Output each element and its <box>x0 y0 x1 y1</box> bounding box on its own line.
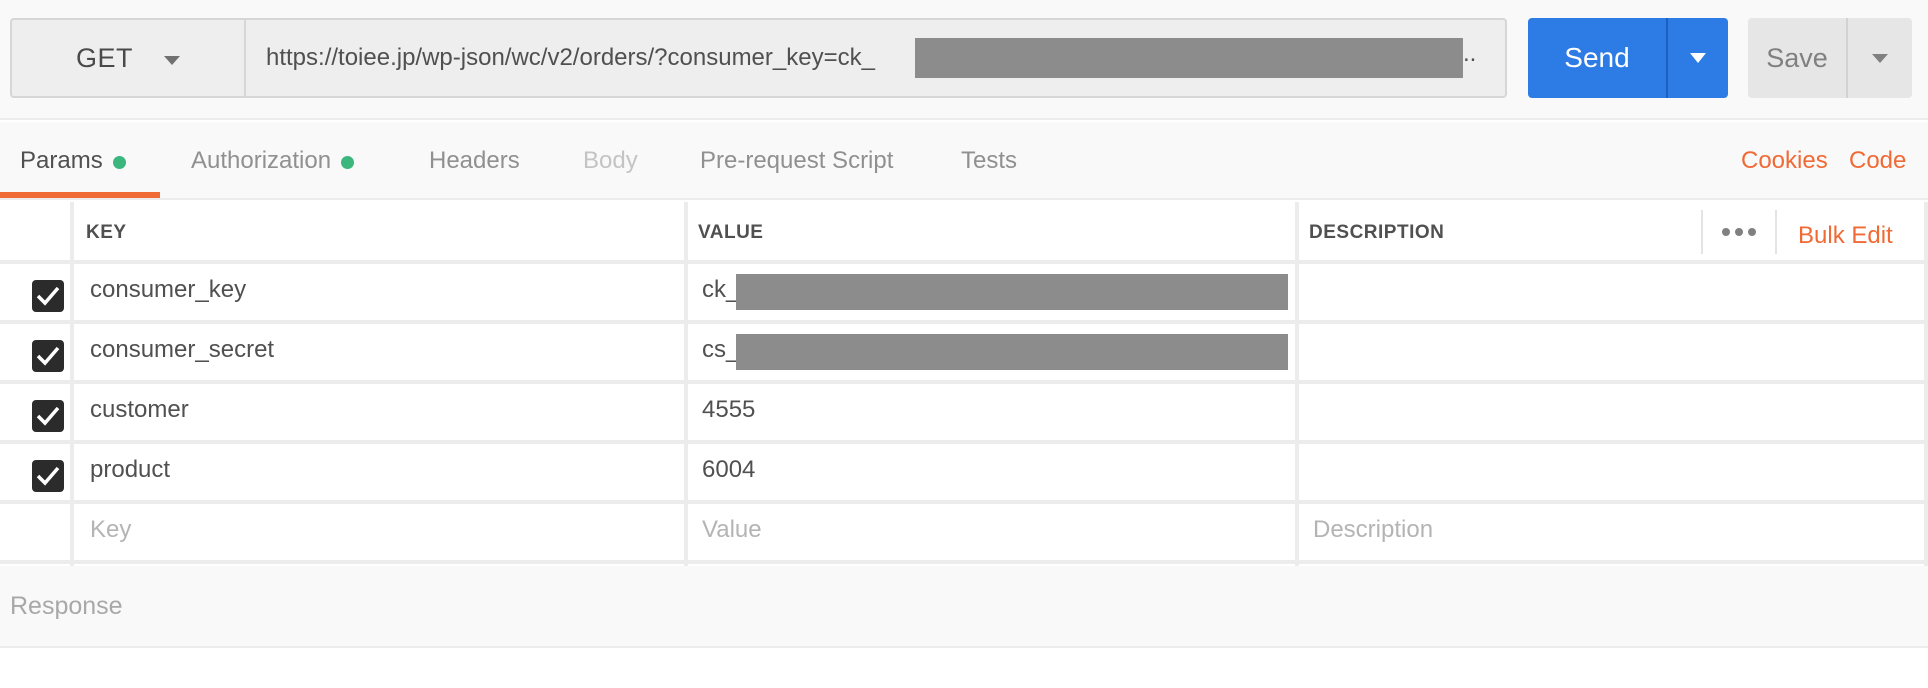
column-divider <box>70 202 74 566</box>
checkmark-icon <box>36 346 60 366</box>
header-separator <box>1701 210 1703 254</box>
row-divider <box>0 380 1928 384</box>
request-tabs: Params Authorization Headers Body Pre-re… <box>0 122 1928 200</box>
header-key: KEY <box>86 222 127 243</box>
key-input-placeholder[interactable]: Key <box>90 516 131 544</box>
code-link[interactable]: Code <box>1849 122 1906 200</box>
tab-label: Authorization <box>191 147 332 174</box>
chevron-down-icon <box>1690 53 1706 63</box>
row-checkbox[interactable] <box>32 460 64 492</box>
tab-label: Tests <box>961 147 1018 174</box>
param-value[interactable]: 4555 <box>702 396 755 424</box>
column-divider <box>1295 202 1299 566</box>
checkmark-icon <box>36 286 60 306</box>
status-dot <box>341 155 355 169</box>
tab-authorization[interactable]: Authorization <box>191 122 355 200</box>
value-redaction <box>736 274 1288 310</box>
header-value: VALUE <box>698 222 764 243</box>
bulk-edit-link[interactable]: Bulk Edit <box>1798 222 1893 250</box>
row-divider <box>0 560 1928 564</box>
column-divider <box>1924 202 1928 566</box>
row-divider <box>0 440 1928 444</box>
tab-label: Pre-request Script <box>700 147 894 174</box>
tab-headers[interactable]: Headers <box>429 122 520 200</box>
send-button[interactable]: Send <box>1528 18 1666 98</box>
method-select[interactable]: GET <box>10 18 244 98</box>
send-options-button[interactable] <box>1668 18 1728 98</box>
send-button-group: Send <box>1528 18 1728 98</box>
response-body <box>0 650 1928 688</box>
save-button[interactable]: Save <box>1748 18 1846 98</box>
param-value[interactable]: ck_ <box>702 276 739 304</box>
row-checkbox[interactable] <box>32 400 64 432</box>
checkmark-icon <box>36 406 60 426</box>
param-key[interactable]: customer <box>90 396 189 424</box>
cookies-link[interactable]: Cookies <box>1741 122 1828 200</box>
header-separator <box>1775 210 1777 254</box>
tab-pre-request-script[interactable]: Pre-request Script <box>700 122 893 200</box>
column-divider <box>684 202 688 566</box>
response-panel: Response <box>0 566 1928 648</box>
description-input-placeholder[interactable]: Description <box>1313 516 1433 544</box>
tab-body[interactable]: Body <box>583 122 638 200</box>
header-description: DESCRIPTION <box>1309 222 1445 243</box>
param-value[interactable]: 6004 <box>702 456 755 484</box>
value-redaction <box>736 334 1288 370</box>
save-button-group: Save <box>1748 18 1912 98</box>
request-bar: GET .. Send Save <box>0 0 1928 120</box>
chevron-down-icon <box>1872 54 1888 63</box>
method-label: GET <box>76 42 134 73</box>
checkmark-icon <box>36 466 60 486</box>
row-divider <box>0 500 1928 504</box>
row-checkbox[interactable] <box>32 340 64 372</box>
row-checkbox[interactable] <box>32 280 64 312</box>
status-dot <box>112 155 126 169</box>
params-table: KEY VALUE DESCRIPTION Bulk Edit consumer… <box>0 202 1928 566</box>
save-options-button[interactable] <box>1848 18 1912 98</box>
row-divider <box>0 260 1928 264</box>
more-horizontal-icon[interactable] <box>1722 228 1756 236</box>
tab-params[interactable]: Params <box>20 122 126 200</box>
tab-tests[interactable]: Tests <box>961 122 1017 200</box>
row-divider <box>0 320 1928 324</box>
param-key[interactable]: consumer_secret <box>90 336 274 364</box>
param-key[interactable]: product <box>90 456 170 484</box>
active-tab-indicator <box>0 192 160 198</box>
response-label: Response <box>10 592 123 620</box>
tab-label: Params <box>20 147 103 174</box>
url-redaction <box>915 38 1463 78</box>
param-key[interactable]: consumer_key <box>90 276 246 304</box>
tab-label: Headers <box>429 147 520 174</box>
chevron-down-icon <box>164 56 180 65</box>
url-ellipsis: .. <box>1463 40 1477 67</box>
value-input-placeholder[interactable]: Value <box>702 516 762 544</box>
tab-label: Body <box>583 147 638 174</box>
